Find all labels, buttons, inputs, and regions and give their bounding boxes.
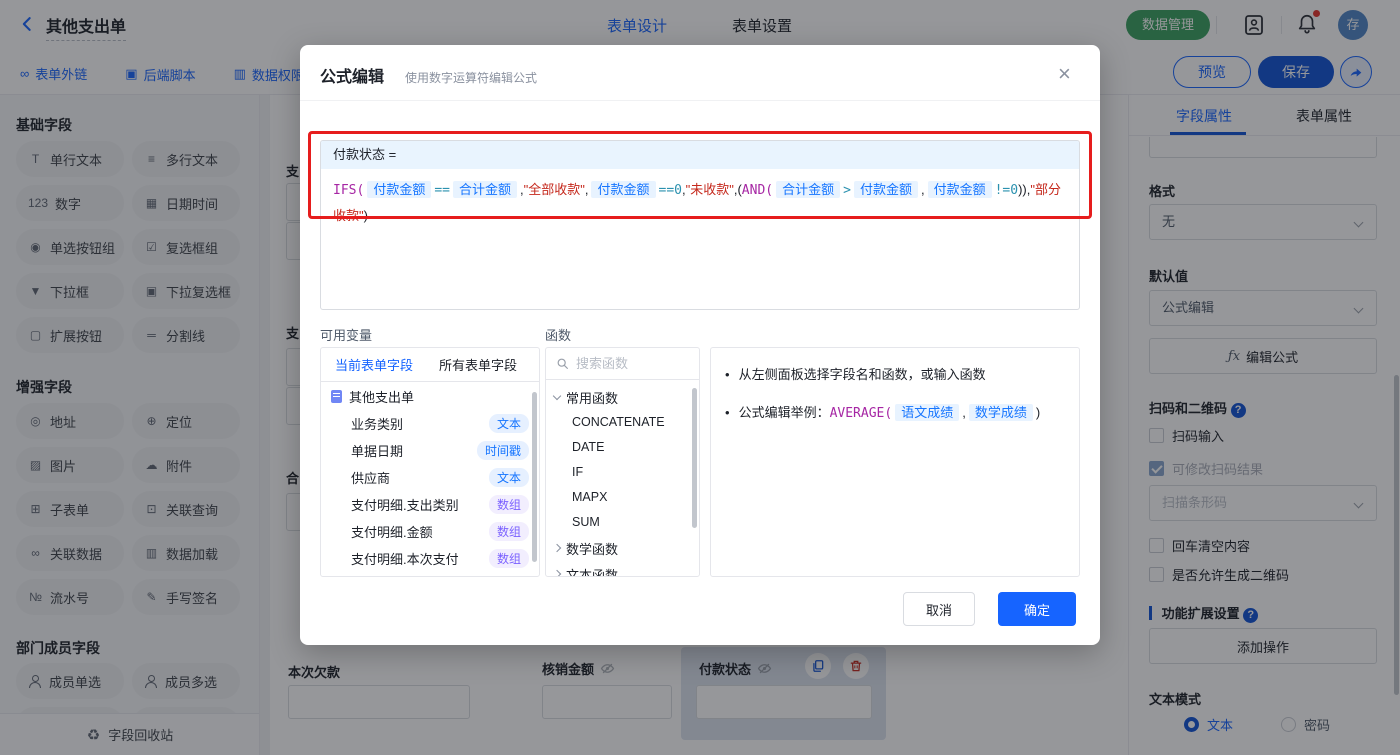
- formula-token-plain: ,: [962, 405, 966, 420]
- formula-token-plain: ): [363, 208, 368, 223]
- formula-token-fn: IFS(: [333, 183, 365, 198]
- formula-expression[interactable]: IFS(付款金额 == 合计金额 ,"全部收款", 付款金额 ==0,"未收款",(AND…: [321, 169, 1079, 236]
- formula-token-op: >: [843, 183, 851, 198]
- function-item[interactable]: MAPX: [546, 485, 699, 510]
- formula-token-str: "全部收款": [523, 182, 585, 197]
- variable-type-badge: 数组: [488, 495, 529, 514]
- variable-item[interactable]: 支付明细.金额 数组: [321, 518, 539, 545]
- variables-label: 可用变量: [320, 328, 373, 343]
- variables-tree-root[interactable]: 其他支出单: [321, 382, 539, 410]
- variable-name: 供应商: [351, 471, 391, 486]
- tab-all-form-fields[interactable]: 所有表单字段: [439, 355, 517, 374]
- formula-token-fn: AND(: [741, 183, 774, 198]
- variable-name: 业务类别: [351, 417, 404, 432]
- function-item[interactable]: SUM: [546, 510, 699, 535]
- variables-panel: 当前表单字段 所有表单字段 其他支出单 业务类别 文本 单据日期 时间戳 供应商 文本 支付…: [320, 347, 540, 577]
- formula-target: 付款状态 =: [321, 141, 1079, 169]
- function-search-input[interactable]: [576, 356, 676, 371]
- formula-token-field[interactable]: 合计金额: [776, 181, 841, 198]
- formula-token-num: 0: [1010, 183, 1019, 198]
- variable-item[interactable]: 供应商 文本: [321, 464, 539, 491]
- help-text: 公式编辑举例：AVERAGE(语文成绩, 数学成绩): [738, 404, 1041, 421]
- variable-type-badge: 数组: [488, 549, 529, 568]
- variable-name: 单据日期: [351, 444, 404, 459]
- modal-title: 公式编辑: [320, 69, 385, 86]
- formula-editor[interactable]: 付款状态 = IFS(付款金额 == 合计金额 ,"全部收款", 付款金额 ==0,"未收…: [320, 140, 1080, 310]
- formula-token-fn: AVERAGE(: [829, 406, 893, 421]
- formula-token-plain: ,(: [733, 182, 742, 197]
- variables-tabs: 当前表单字段 所有表单字段: [321, 348, 539, 382]
- function-item[interactable]: CONCATENATE: [546, 410, 699, 435]
- scrollbar[interactable]: [532, 392, 537, 562]
- formula-token-plain: )),: [1018, 182, 1031, 197]
- functions-tree: 常用函数 CONCATENATE DATE IF MAPX SUM 数学函数文本函数: [546, 380, 699, 577]
- bullet-icon: •: [725, 367, 730, 382]
- modal-subtitle: 使用数字运算符编辑公式: [405, 71, 538, 85]
- variable-name: 支付明细.金额: [351, 525, 433, 540]
- variable-item[interactable]: 单据日期 时间戳: [321, 437, 539, 464]
- formula-token-plain: ,: [584, 182, 589, 197]
- chevron-right-icon: [552, 543, 562, 553]
- formula-token-field[interactable]: 合计金额: [452, 181, 517, 198]
- formula-token-op: ==: [658, 183, 675, 198]
- variable-item[interactable]: 支付明细.本次支付 数组: [321, 545, 539, 572]
- variable-item[interactable]: 支付明细.支出类别 数组: [321, 491, 539, 518]
- variable-item[interactable]: 业务类别 文本: [321, 410, 539, 437]
- function-group-label: 常用函数: [566, 390, 619, 406]
- formula-token-plain: ,: [920, 182, 925, 197]
- formula-token-field[interactable]: 付款金额: [367, 181, 432, 198]
- variable-name: 支付明细.支出类别: [351, 498, 459, 513]
- form-doc-icon: [331, 389, 342, 403]
- function-item[interactable]: DATE: [546, 435, 699, 460]
- function-group[interactable]: 数学函数: [546, 535, 699, 561]
- tab-current-form-fields[interactable]: 当前表单字段: [335, 355, 413, 374]
- formula-editor-modal: 公式编辑 使用数字运算符编辑公式 × 付款状态 = IFS(付款金额 == 合计金额…: [300, 45, 1100, 645]
- formula-token-field[interactable]: 付款金额: [927, 181, 992, 198]
- variable-type-badge: 文本: [488, 414, 529, 433]
- variable-type-badge: 文本: [488, 468, 529, 487]
- formula-token-field[interactable]: 付款金额: [853, 181, 918, 198]
- formula-token-str: "未收款": [685, 182, 734, 197]
- help-text: 从左侧面板选择字段名和函数，或输入函数: [738, 367, 986, 382]
- function-group[interactable]: 常用函数: [546, 384, 699, 410]
- function-group[interactable]: 文本函数: [546, 561, 699, 577]
- chevron-right-icon: [552, 569, 562, 576]
- variable-type-badge: 数组: [488, 522, 529, 541]
- function-group-label: 文本函数: [566, 567, 619, 577]
- formula-token-field[interactable]: 语文成绩: [895, 404, 960, 421]
- formula-token-op: !=: [994, 183, 1011, 198]
- help-bullet-1: • 从左侧面板选择字段名和函数，或输入函数: [725, 364, 1065, 386]
- app-root: 其他支出单 表单设计 表单设置 数据管理 存 ∞ 表单外链 ▣ 后端脚本 ▥ 数据权限 预…: [0, 0, 1400, 755]
- search-icon: [557, 358, 568, 369]
- divider: [300, 100, 1100, 101]
- close-icon[interactable]: ×: [1058, 63, 1071, 85]
- formula-token-num: 0: [674, 183, 682, 198]
- formula-token-op: ==: [434, 183, 450, 198]
- cancel-button[interactable]: 取消: [903, 592, 975, 626]
- formula-token-plain: ): [1035, 405, 1041, 420]
- formula-token-field[interactable]: 数学成绩: [968, 404, 1033, 421]
- functions-label: 函数: [545, 328, 572, 343]
- variables-list: 业务类别 文本 单据日期 时间戳 供应商 文本 支付明细.支出类别 数组 支付明细.金额 数组 支付…: [321, 410, 539, 572]
- variable-name: 支付明细.本次支付: [351, 552, 459, 567]
- scrollbar[interactable]: [692, 388, 697, 528]
- function-group-label: 数学函数: [566, 541, 619, 557]
- formula-help-panel: • 从左侧面板选择字段名和函数，或输入函数 • 公式编辑举例：AVERAGE(语…: [710, 347, 1080, 577]
- bullet-icon: •: [725, 405, 730, 420]
- chevron-down-icon: [552, 391, 562, 400]
- confirm-button[interactable]: 确定: [998, 592, 1076, 626]
- function-search[interactable]: [546, 348, 699, 380]
- help-bullet-2: • 公式编辑举例：AVERAGE(语文成绩, 数学成绩): [725, 402, 1065, 425]
- function-item[interactable]: IF: [546, 460, 699, 485]
- formula-token-field[interactable]: 付款金额: [591, 181, 656, 198]
- variable-type-badge: 时间戳: [476, 441, 529, 460]
- functions-panel: 常用函数 CONCATENATEDATEIFMAPXSUM 数学函数文本函数: [545, 347, 700, 577]
- variables-root-label: 其他支出单: [349, 389, 415, 405]
